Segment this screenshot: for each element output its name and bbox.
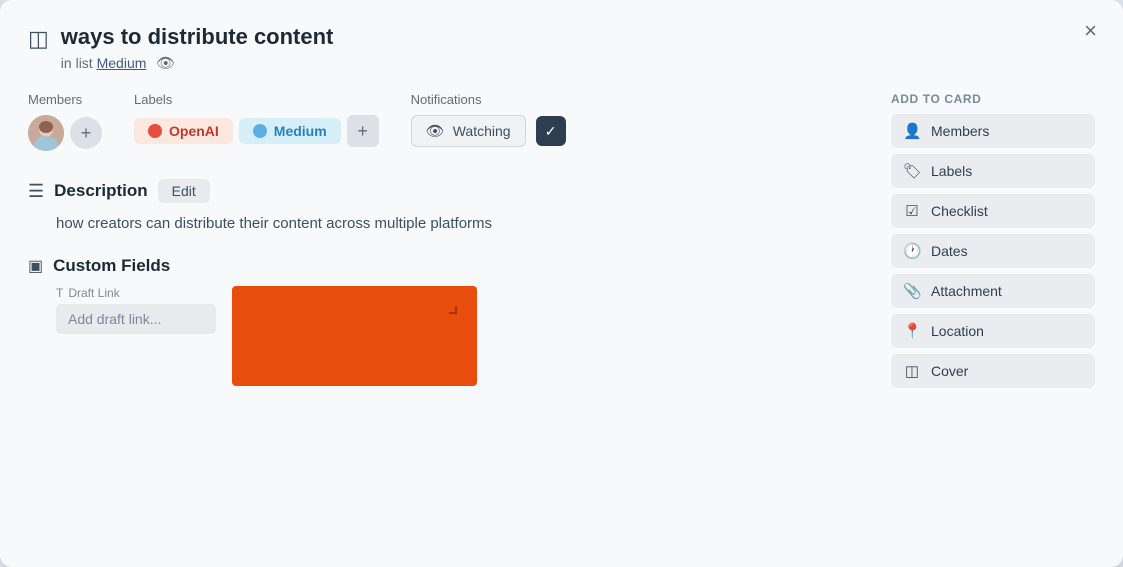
dates-sidebar-icon: 🕐	[903, 242, 921, 260]
list-prefix: in list	[61, 55, 93, 71]
add-label-button[interactable]: +	[347, 115, 379, 147]
description-header: ☰ Description Edit	[28, 179, 851, 203]
notifications-label: Notifications	[411, 92, 566, 107]
add-member-button[interactable]: +	[70, 117, 102, 149]
sidebar-location-label: Location	[931, 323, 984, 339]
watching-label: Watching	[453, 123, 511, 139]
header-content: ways to distribute content in list Mediu…	[61, 24, 1095, 72]
custom-fields-section: ▣ Custom Fields T Draft Link Add draft l…	[28, 256, 851, 386]
members-group: Members +	[28, 92, 102, 151]
field-type-label: T Draft Link	[56, 286, 216, 300]
sidebar-item-cover[interactable]: ◫ Cover	[891, 354, 1095, 388]
notifications-items: 👁 Watching ✓	[411, 115, 566, 147]
main-content: Members +	[28, 92, 1095, 543]
add-to-card-label: Add to card	[891, 92, 1095, 106]
sidebar-members-label: Members	[931, 123, 989, 139]
avatar	[28, 115, 64, 151]
draft-link-input[interactable]: Add draft link...	[56, 304, 216, 334]
sidebar-item-members[interactable]: 👤 Members	[891, 114, 1095, 148]
attachment-sidebar-icon: 📎	[903, 282, 921, 300]
description-section: ☰ Description Edit how creators can dist…	[28, 179, 851, 236]
labels-group: Labels OpenAI Medium +	[134, 92, 379, 147]
location-sidebar-icon: 📍	[903, 322, 921, 340]
members-items: +	[28, 115, 102, 151]
description-title: Description	[54, 181, 148, 201]
card-list-info: in list Medium 👁	[61, 54, 1095, 72]
card-title: ways to distribute content	[61, 24, 1095, 50]
right-panel: Add to card 👤 Members 🏷 Labels ☑ Checkli…	[875, 92, 1095, 543]
label-openai[interactable]: OpenAI	[134, 118, 233, 144]
list-name-link[interactable]: Medium	[97, 55, 147, 71]
custom-fields-icon: ▣	[28, 256, 43, 276]
cursor-indicator	[449, 306, 457, 314]
notifications-group: Notifications 👁 Watching ✓	[411, 92, 566, 147]
orange-preview-box	[232, 286, 477, 386]
sidebar-checklist-label: Checklist	[931, 203, 988, 219]
sidebar-attachment-label: Attachment	[931, 283, 1002, 299]
custom-fields-header: ▣ Custom Fields	[28, 256, 851, 276]
openai-label-text: OpenAI	[169, 123, 219, 139]
members-label: Members	[28, 92, 102, 107]
labels-items: OpenAI Medium +	[134, 115, 379, 147]
left-panel: Members +	[28, 92, 875, 543]
draft-link-field: T Draft Link Add draft link...	[56, 286, 216, 334]
labels-sidebar-icon: 🏷	[903, 162, 921, 180]
custom-fields-body: T Draft Link Add draft link...	[28, 286, 851, 386]
medium-label-text: Medium	[274, 123, 327, 139]
cover-sidebar-icon: ◫	[903, 362, 921, 380]
close-button[interactable]: ×	[1076, 16, 1105, 46]
watch-icon: 👁	[156, 55, 175, 72]
meta-row: Members +	[28, 92, 851, 151]
sidebar-item-checklist[interactable]: ☑ Checklist	[891, 194, 1095, 228]
card-icon: ◫	[28, 26, 49, 52]
sidebar-cover-label: Cover	[931, 363, 968, 379]
sidebar-item-location[interactable]: 📍 Location	[891, 314, 1095, 348]
edit-description-button[interactable]: Edit	[158, 179, 210, 203]
description-text: how creators can distribute their conten…	[28, 213, 851, 236]
field-name: Draft Link	[68, 286, 119, 300]
field-type-icon: T	[56, 286, 63, 300]
sidebar-item-labels[interactable]: 🏷 Labels	[891, 154, 1095, 188]
checklist-sidebar-icon: ☑	[903, 202, 921, 220]
modal-header: ◫ ways to distribute content in list Med…	[28, 24, 1095, 72]
sidebar-dates-label: Dates	[931, 243, 968, 259]
sidebar-item-dates[interactable]: 🕐 Dates	[891, 234, 1095, 268]
openai-dot	[148, 124, 162, 138]
card-modal: × ◫ ways to distribute content in list M…	[0, 0, 1123, 567]
sidebar-labels-label: Labels	[931, 163, 972, 179]
description-icon: ☰	[28, 181, 44, 202]
label-medium[interactable]: Medium	[239, 118, 341, 144]
sidebar-item-attachment[interactable]: 📎 Attachment	[891, 274, 1095, 308]
watching-button[interactable]: 👁 Watching	[411, 115, 526, 147]
labels-label: Labels	[134, 92, 379, 107]
members-sidebar-icon: 👤	[903, 122, 921, 140]
watching-check[interactable]: ✓	[536, 116, 566, 146]
eye-icon: 👁	[426, 122, 445, 140]
check-icon: ✓	[545, 123, 557, 140]
medium-dot	[253, 124, 267, 138]
custom-fields-title: Custom Fields	[53, 256, 170, 276]
